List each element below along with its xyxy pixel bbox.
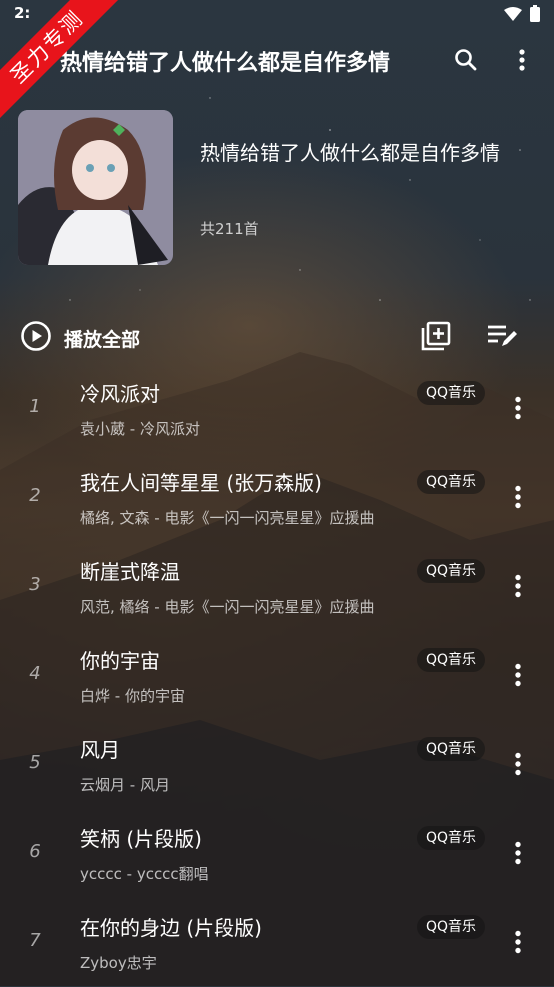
song-title: 断崖式降温 [80, 560, 180, 584]
song-more-icon[interactable] [504, 572, 532, 600]
song-row[interactable]: 1 冷风派对 袁小葳 - 冷风派对 QQ音乐 [0, 364, 554, 453]
edit-list-icon[interactable] [486, 322, 518, 350]
more-vert-icon[interactable] [508, 46, 536, 74]
song-index: 6 [29, 841, 41, 862]
song-title: 在你的身边 (片段版) [80, 916, 262, 940]
source-badge: QQ音乐 [417, 470, 486, 494]
song-row[interactable]: 6 笑柄 (片段版) ycccc - ycccc翻唱 QQ音乐 [0, 809, 554, 898]
play-all-button[interactable]: 播放全部 [20, 320, 140, 356]
song-title: 我在人间等星星 (张万森版) [80, 471, 322, 495]
test-ribbon: 圣力专测 [0, 0, 120, 120]
ribbon-label: 圣力专测 [0, 0, 120, 120]
song-index: 2 [29, 485, 41, 506]
playlist-cover[interactable] [18, 110, 173, 265]
playlist-controls: 播放全部 [0, 316, 554, 356]
song-index: 3 [29, 574, 41, 595]
song-row[interactable]: 7 在你的身边 (片段版) Zyboy忠宇 QQ音乐 [0, 898, 554, 987]
song-title: 你的宇宙 [80, 649, 160, 673]
source-badge: QQ音乐 [417, 648, 486, 672]
add-to-queue-icon[interactable] [420, 320, 452, 352]
song-more-icon[interactable] [504, 750, 532, 778]
song-more-icon[interactable] [504, 839, 532, 867]
source-badge: QQ音乐 [417, 737, 486, 761]
song-title: 笑柄 (片段版) [80, 827, 202, 851]
song-row[interactable]: 4 你的宇宙 白烨 - 你的宇宙 QQ音乐 [0, 631, 554, 720]
song-artist-album: 橘络, 文森 - 电影《一闪一闪亮星星》应援曲 [80, 509, 375, 527]
song-artist-album: 云烟月 - 风月 [80, 776, 170, 794]
song-artist-album: 袁小葳 - 冷风派对 [80, 420, 200, 438]
playlist-song-count: 共211首 [200, 220, 259, 238]
song-index: 5 [29, 752, 41, 773]
song-artist-album: ycccc - ycccc翻唱 [80, 865, 209, 883]
song-list: 1 冷风派对 袁小葳 - 冷风派对 QQ音乐 2 我在人间等星星 (张万森版) … [0, 364, 554, 987]
song-index: 7 [29, 930, 41, 951]
song-row[interactable]: 5 风月 云烟月 - 风月 QQ音乐 [0, 720, 554, 809]
battery-icon [530, 5, 540, 26]
play-all-label: 播放全部 [64, 328, 141, 351]
song-more-icon[interactable] [504, 483, 532, 511]
song-title: 风月 [80, 738, 120, 762]
song-artist-album: 白烨 - 你的宇宙 [80, 687, 185, 705]
play-circle-icon [20, 320, 52, 356]
song-row[interactable]: 3 断崖式降温 风范, 橘络 - 电影《一闪一闪亮星星》应援曲 QQ音乐 [0, 542, 554, 631]
search-icon[interactable] [452, 46, 480, 74]
source-badge: QQ音乐 [417, 381, 486, 405]
source-badge: QQ音乐 [417, 915, 486, 939]
song-row[interactable]: 2 我在人间等星星 (张万森版) 橘络, 文森 - 电影《一闪一闪亮星星》应援曲… [0, 453, 554, 542]
song-more-icon[interactable] [504, 394, 532, 422]
status-icons [504, 5, 540, 26]
wifi-icon [504, 6, 522, 25]
playlist-title: 热情给错了人做什么都是自作多情 [200, 141, 500, 165]
playlist-header: 热情给错了人做什么都是自作多情 共211首 [18, 110, 554, 266]
song-artist-album: 风范, 橘络 - 电影《一闪一闪亮星星》应援曲 [80, 598, 375, 616]
source-badge: QQ音乐 [417, 826, 486, 850]
song-more-icon[interactable] [504, 661, 532, 689]
song-index: 4 [29, 663, 41, 684]
song-title: 冷风派对 [80, 382, 160, 406]
source-badge: QQ音乐 [417, 559, 486, 583]
song-index: 1 [29, 396, 41, 417]
song-artist-album: Zyboy忠宇 [80, 954, 157, 972]
song-more-icon[interactable] [504, 928, 532, 956]
